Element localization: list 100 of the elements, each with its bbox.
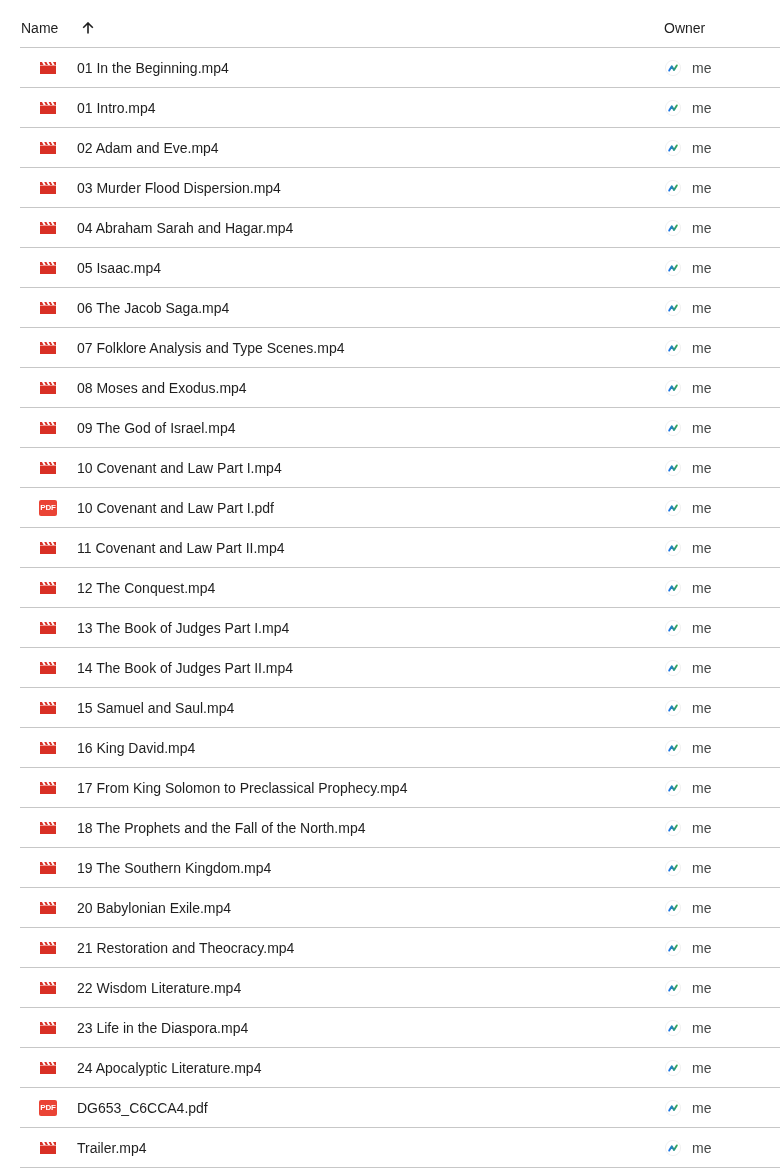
owner-name: me [692, 378, 712, 397]
file-name: 03 Murder Flood Dispersion.mp4 [77, 178, 281, 197]
file-name: Trailer.mp4 [77, 1138, 147, 1157]
file-name: 19 The Southern Kingdom.mp4 [77, 858, 272, 877]
file-name: 05 Isaac.mp4 [77, 258, 162, 277]
owner-name: me [692, 658, 712, 677]
owner-name: me [692, 498, 712, 517]
avatar-icon [665, 459, 681, 476]
file-name: 01 In the Beginning.mp4 [77, 58, 229, 77]
film-icon [40, 421, 56, 434]
file-name: 07 Folklore Analysis and Type Scenes.mp4 [77, 338, 345, 357]
film-icon [40, 221, 56, 234]
file-name: 18 The Prophets and the Fall of the North.mp4 [77, 818, 366, 837]
film-icon [40, 301, 56, 314]
owner-name: me [692, 178, 712, 197]
avatar-icon [665, 779, 681, 796]
avatar-icon [665, 219, 681, 236]
owner-name: me [692, 1138, 712, 1157]
arrow-up-icon[interactable] [82, 22, 95, 34]
file-name: 15 Samuel and Saul.mp4 [77, 698, 235, 717]
owner-name: me [692, 1018, 712, 1037]
film-icon [40, 61, 56, 74]
file-name: 01 Intro.mp4 [77, 98, 156, 117]
avatar-icon [665, 59, 681, 76]
avatar-icon [665, 379, 681, 396]
avatar-icon [665, 539, 681, 556]
owner-name: me [692, 338, 712, 357]
owner-name: me [692, 418, 712, 437]
file-name: 08 Moses and Exodus.mp4 [77, 378, 247, 397]
owner-name: me [692, 98, 712, 117]
owner-name: me [692, 818, 712, 837]
column-header[interactable]: Name [21, 19, 59, 37]
film-icon [40, 941, 56, 954]
avatar-icon [665, 659, 681, 676]
avatar-icon [665, 939, 681, 956]
film-icon [40, 901, 56, 914]
film-icon [40, 261, 56, 274]
pdf-icon: PDF [39, 499, 57, 516]
owner-name: me [692, 698, 712, 717]
film-icon [40, 861, 56, 874]
film-icon [40, 821, 56, 834]
avatar-icon [665, 739, 681, 756]
owner-name: me [692, 138, 712, 157]
avatar-icon [665, 699, 681, 716]
column-header[interactable]: Owner [664, 19, 706, 37]
film-icon [40, 981, 56, 994]
avatar-icon [665, 139, 681, 156]
avatar-icon [665, 299, 681, 316]
avatar-icon [665, 1099, 681, 1116]
owner-name: me [692, 58, 712, 77]
film-icon [40, 701, 56, 714]
avatar-icon [665, 859, 681, 876]
avatar-icon [665, 619, 681, 636]
avatar-icon [665, 579, 681, 596]
file-name: 10 Covenant and Law Part I.pdf [77, 498, 274, 517]
avatar-icon [665, 179, 681, 196]
avatar-icon [665, 819, 681, 836]
owner-name: me [692, 1098, 712, 1117]
file-name: 16 King David.mp4 [77, 738, 196, 757]
file-name: 17 From King Solomon to Preclassical Prophecy.mp4 [77, 778, 408, 797]
film-icon [40, 581, 56, 594]
file-name: 06 The Jacob Saga.mp4 [77, 298, 230, 317]
file-name: 14 The Book of Judges Part II.mp4 [77, 658, 294, 677]
avatar-icon [665, 1019, 681, 1036]
film-icon [40, 181, 56, 194]
owner-name: me [692, 738, 712, 757]
file-name: 12 The Conquest.mp4 [77, 578, 216, 597]
file-name: 04 Abraham Sarah and Hagar.mp4 [77, 218, 294, 237]
file-name: 09 The God of Israel.mp4 [77, 418, 236, 437]
film-icon [40, 1021, 56, 1034]
file-name: 21 Restoration and Theocracy.mp4 [77, 938, 295, 957]
film-icon [40, 661, 56, 674]
avatar-icon [665, 499, 681, 516]
owner-name: me [692, 298, 712, 317]
owner-name: me [692, 458, 712, 477]
film-icon [40, 541, 56, 554]
file-name: 10 Covenant and Law Part I.mp4 [77, 458, 282, 477]
owner-name: me [692, 578, 712, 597]
owner-name: me [692, 978, 712, 997]
owner-name: me [692, 258, 712, 277]
owner-name: me [692, 218, 712, 237]
owner-name: me [692, 778, 712, 797]
film-icon [40, 101, 56, 114]
file-name: 22 Wisdom Literature.mp4 [77, 978, 242, 997]
film-icon [40, 381, 56, 394]
pdf-icon: PDF [39, 1099, 57, 1116]
avatar-icon [665, 1059, 681, 1076]
avatar-icon [665, 419, 681, 436]
owner-name: me [692, 538, 712, 557]
file-name: 24 Apocalyptic Literature.mp4 [77, 1058, 262, 1077]
file-name: 23 Life in the Diaspora.mp4 [77, 1018, 249, 1037]
film-icon [40, 141, 56, 154]
avatar-icon [665, 259, 681, 276]
avatar-icon [665, 979, 681, 996]
film-icon [40, 461, 56, 474]
avatar-icon [665, 339, 681, 356]
file-name: 02 Adam and Eve.mp4 [77, 138, 219, 157]
avatar-icon [665, 899, 681, 916]
film-icon [40, 741, 56, 754]
owner-name: me [692, 898, 712, 917]
